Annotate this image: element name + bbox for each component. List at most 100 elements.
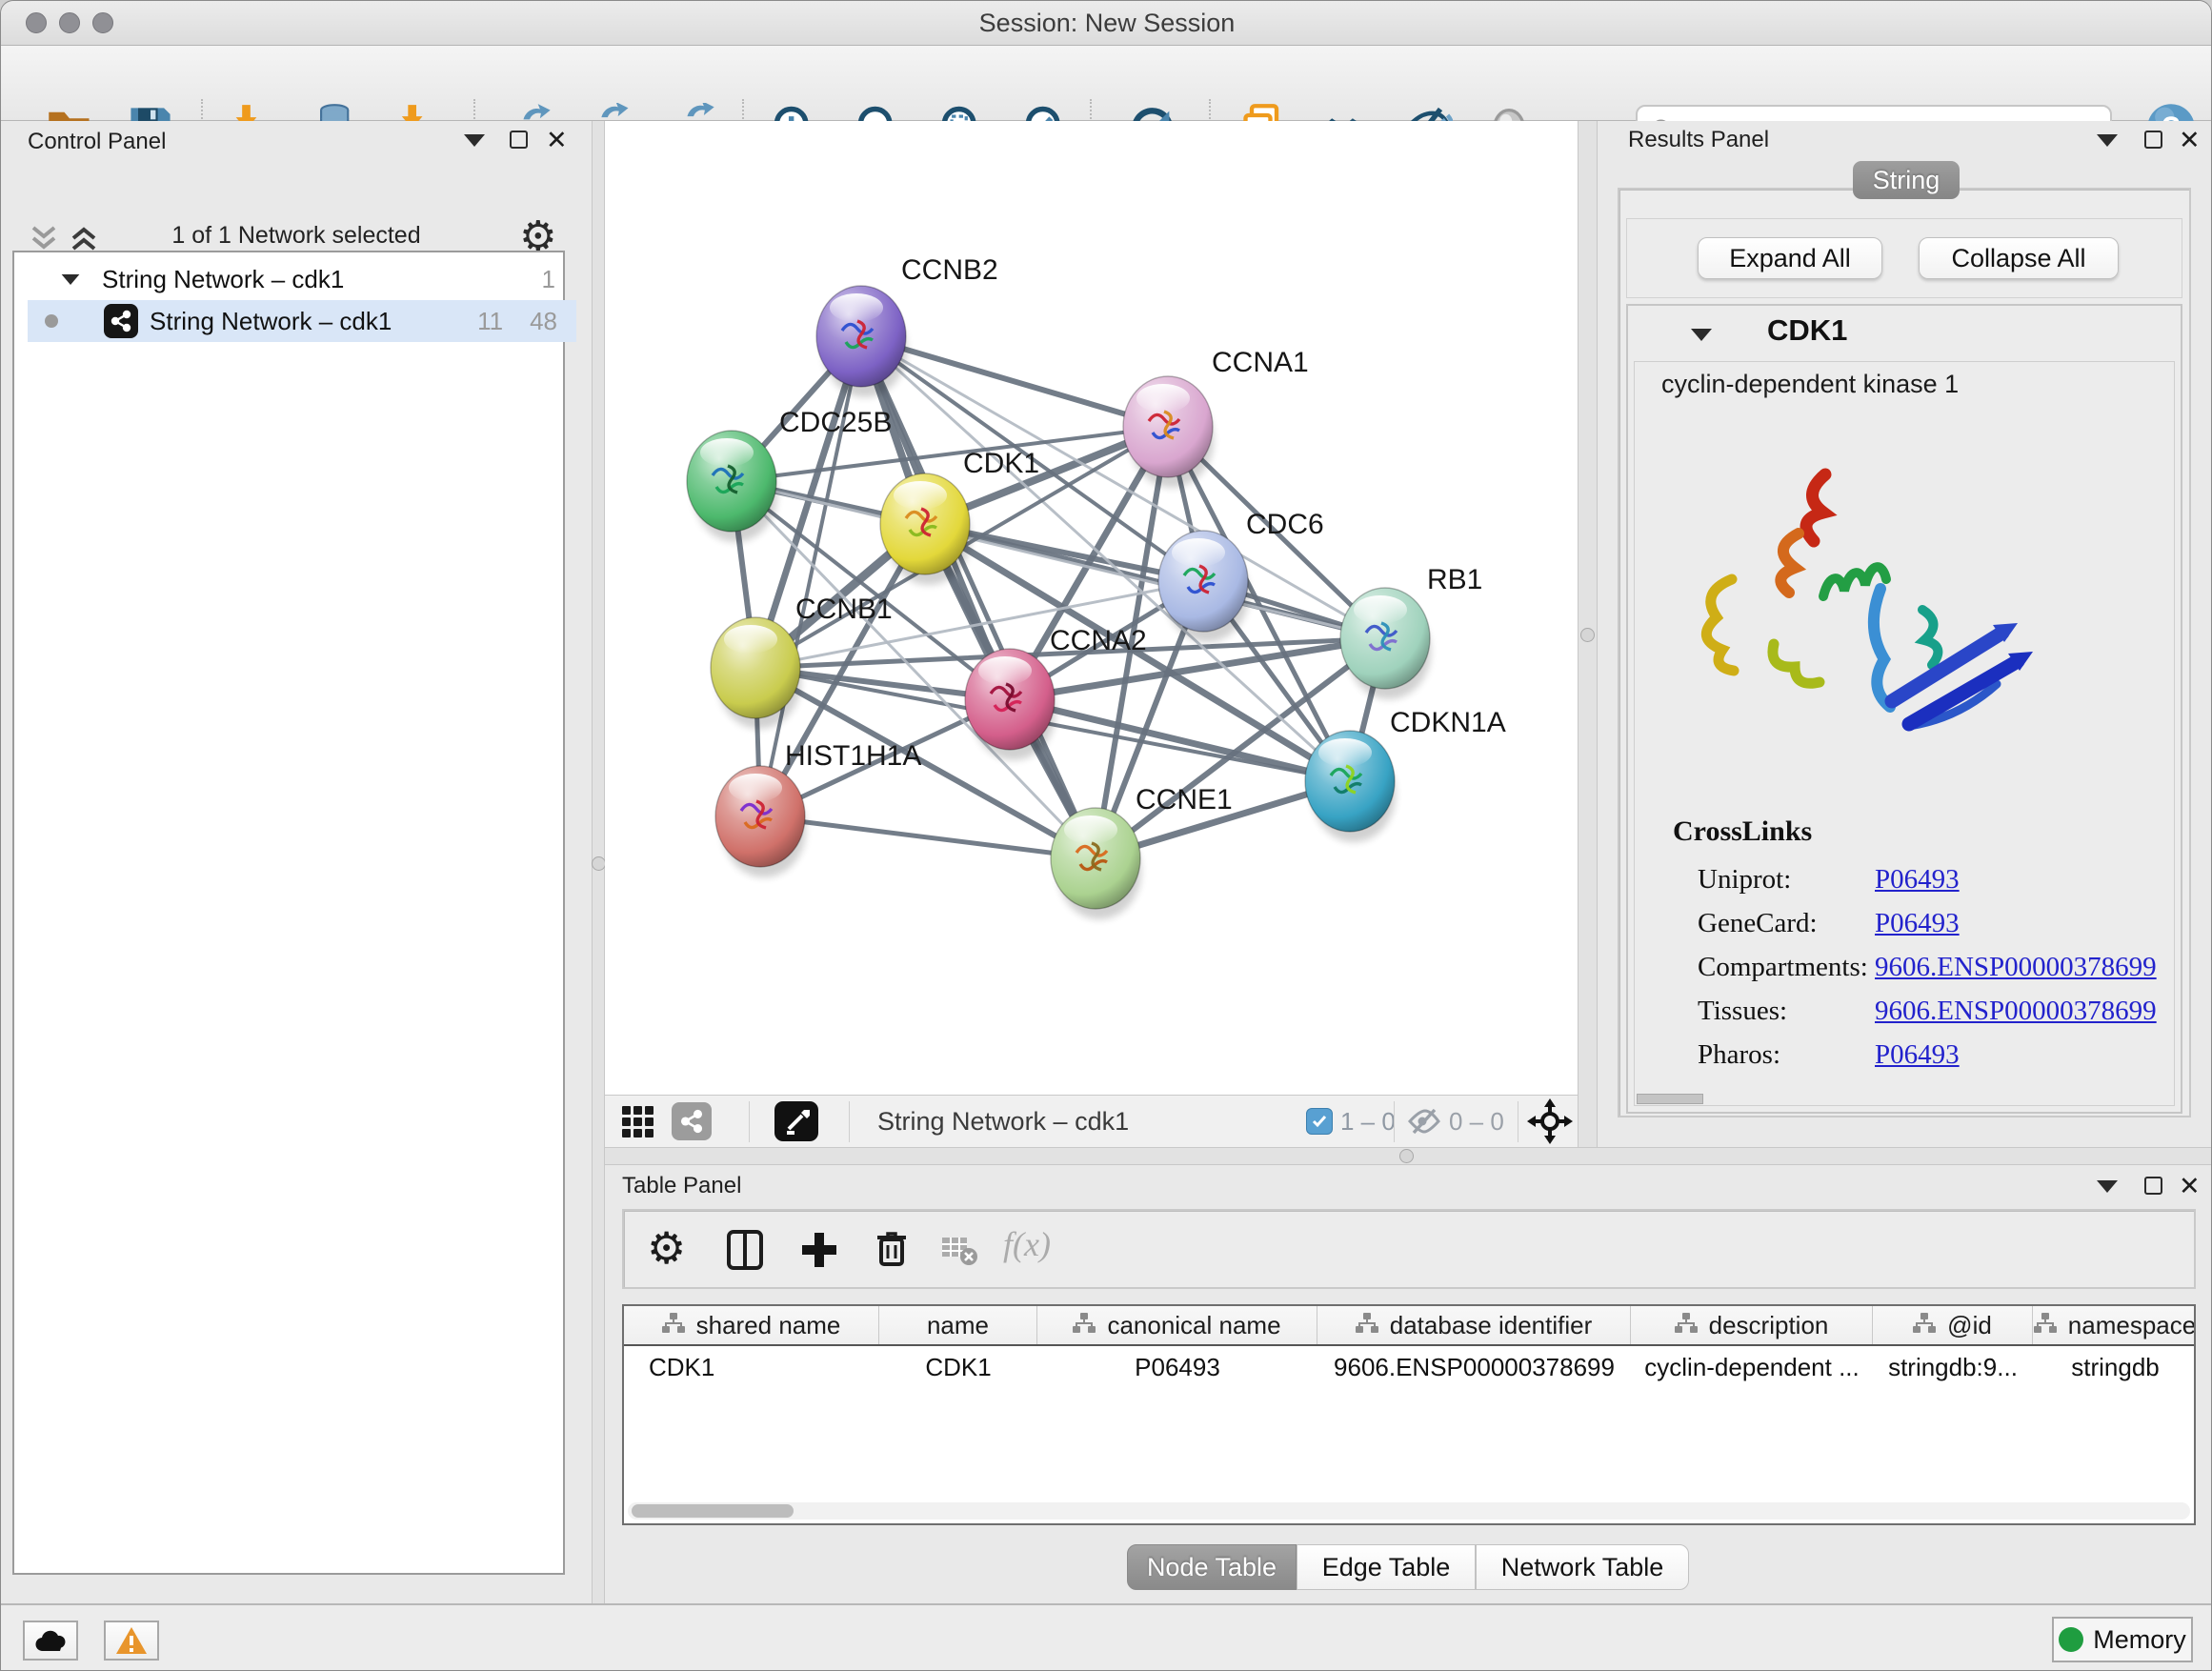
cell-description[interactable]: cyclin-dependent ...	[1631, 1348, 1873, 1386]
network-status-dot	[45, 314, 58, 328]
namespace-tree-icon	[1913, 1311, 1936, 1340]
network-share-view-icon[interactable]	[672, 1102, 712, 1140]
tab-network-table[interactable]: Network Table	[1476, 1544, 1689, 1590]
collapse-all-chevron-icon[interactable]	[28, 224, 60, 252]
crosslink-label: Tissues:	[1698, 996, 1875, 1027]
node-label-HIST1H1A: HIST1H1A	[785, 740, 921, 772]
application-window: Session: New Session	[0, 0, 2212, 1671]
vertical-splitter-right[interactable]	[1578, 121, 1598, 1147]
delete-column-icon[interactable]	[870, 1226, 914, 1275]
splitter-handle[interactable]	[1580, 628, 1595, 642]
current-network-title: String Network – cdk1	[877, 1096, 1129, 1148]
table-toolbar: ⚙ f(x)	[622, 1209, 2196, 1289]
float-panel-icon[interactable]	[510, 131, 528, 149]
network-node-CCNE1[interactable]: CCNE1	[1051, 784, 1233, 919]
table-header-row: shared namenamecanonical name database id…	[624, 1306, 2196, 1346]
collection-count: 1	[542, 265, 555, 294]
string-network-icon	[104, 304, 138, 338]
add-column-icon[interactable]	[797, 1228, 841, 1277]
network-node-CDC6[interactable]: CDC6	[1158, 509, 1324, 642]
collapse-all-button[interactable]: Collapse All	[1919, 237, 2119, 279]
entry-collapse-icon[interactable]	[1691, 329, 1712, 341]
crosslink-value[interactable]: P06493	[1875, 1039, 1960, 1071]
network-canvas[interactable]: CCNB2CCNA1CDC25BCDK1CDC6RB1CCNB1CCNA2CDK…	[605, 121, 1578, 1095]
bar-separator	[1394, 1101, 1395, 1142]
selected-checkbox-icon[interactable]	[1306, 1108, 1333, 1135]
column-label: database identifier	[1390, 1311, 1592, 1340]
column-header-description[interactable]: description	[1631, 1306, 1873, 1344]
network-node-RB1[interactable]: RB1	[1340, 564, 1482, 699]
network-node-CCNA1[interactable]: CCNA1	[1123, 347, 1309, 488]
float-panel-icon[interactable]	[2144, 131, 2162, 149]
birds-eye-view-icon[interactable]	[774, 1101, 818, 1141]
column-label: description	[1709, 1311, 1829, 1340]
crosslink-value[interactable]: P06493	[1875, 864, 1960, 896]
collapse-panel-icon[interactable]	[2097, 134, 2118, 147]
delete-table-icon-disabled	[940, 1234, 978, 1271]
table-hscrollbar-thumb[interactable]	[632, 1504, 794, 1518]
tab-node-table[interactable]: Node Table	[1127, 1544, 1297, 1590]
hidden-counts: 0 – 0	[1449, 1096, 1504, 1148]
collapse-panel-icon[interactable]	[2097, 1180, 2118, 1193]
splitter-handle[interactable]	[592, 856, 606, 871]
close-panel-icon[interactable]: ✕	[2179, 1177, 2201, 1196]
collapse-panel-icon[interactable]	[464, 134, 485, 147]
network-row-selected[interactable]: String Network – cdk1 11 48	[28, 300, 576, 342]
tab-edge-table[interactable]: Edge Table	[1297, 1544, 1476, 1590]
network-label: String Network – cdk1	[150, 307, 392, 336]
expand-all-chevron-icon[interactable]	[68, 224, 100, 252]
gene-entry-card: CDK1 cyclin-dependent kinase 1	[1626, 304, 2182, 1114]
edge-count: 48	[530, 307, 557, 336]
show-columns-icon[interactable]	[723, 1228, 767, 1277]
table-settings-gear-icon[interactable]: ⚙	[647, 1222, 686, 1274]
crosslink-row: GeneCard:P06493	[1635, 901, 2176, 945]
entry-name: CDK1	[1767, 313, 1847, 348]
cloud-icon	[33, 1628, 68, 1653]
node-label-CCNA1: CCNA1	[1212, 347, 1309, 378]
crosslink-value[interactable]: 9606.ENSP00000378699	[1875, 996, 2157, 1027]
cell-name[interactable]: CDK1	[879, 1348, 1037, 1386]
cell-namespace[interactable]: stringdb	[2033, 1348, 2196, 1386]
memory-status-dot	[2059, 1627, 2083, 1652]
close-panel-icon[interactable]: ✕	[2179, 131, 2201, 150]
node-label-RB1: RB1	[1427, 564, 1482, 595]
horizontal-splitter[interactable]	[605, 1147, 2212, 1165]
memory-button[interactable]: Memory	[2052, 1617, 2193, 1662]
results-tab-string[interactable]: String	[1853, 161, 1960, 199]
grid-view-icon[interactable]	[620, 1104, 656, 1145]
crosslink-value[interactable]: P06493	[1875, 908, 1960, 939]
mini-scrollbar[interactable]	[1637, 1094, 1703, 1104]
column-header-database-identifier[interactable]: database identifier	[1317, 1306, 1631, 1344]
crosslink-row: Uniprot:P06493	[1635, 857, 2176, 901]
network-node-CCNB2[interactable]: CCNB2	[816, 254, 998, 397]
table-hscrollbar-track[interactable]	[628, 1502, 2190, 1520]
splitter-handle[interactable]	[1399, 1149, 1414, 1163]
expand-all-button[interactable]: Expand All	[1698, 237, 1882, 279]
column-header-canonical-name[interactable]: canonical name	[1037, 1306, 1317, 1344]
fit-crosshair-icon[interactable]	[1527, 1098, 1573, 1149]
cell-canonical-name[interactable]: P06493	[1037, 1348, 1317, 1386]
network-node-CDKN1A[interactable]: CDKN1A	[1305, 707, 1506, 842]
cell--id[interactable]: stringdb:9...	[1873, 1348, 2033, 1386]
bar-separator	[749, 1101, 750, 1142]
vertical-splitter-left[interactable]	[592, 121, 605, 1603]
column-header-namespace[interactable]: namespace	[2033, 1306, 2196, 1344]
crosslink-label: Uniprot:	[1698, 864, 1875, 896]
column-header--id[interactable]: @id	[1873, 1306, 2033, 1344]
crosslinks-list: Uniprot:P06493GeneCard:P06493Compartment…	[1635, 857, 2176, 1077]
hidden-eye-icon	[1407, 1106, 1441, 1141]
tree-expand-icon[interactable]	[62, 273, 80, 284]
network-collection-row[interactable]: String Network – cdk1 1	[28, 258, 576, 300]
cell-shared-name[interactable]: CDK1	[624, 1348, 879, 1386]
crosslink-value[interactable]: 9606.ENSP00000378699	[1875, 952, 2157, 983]
cell-database-identifier[interactable]: 9606.ENSP00000378699	[1317, 1348, 1631, 1386]
column-header-shared-name[interactable]: shared name	[624, 1306, 879, 1344]
column-header-name[interactable]: name	[879, 1306, 1037, 1344]
close-panel-icon[interactable]: ✕	[546, 131, 568, 150]
float-panel-icon[interactable]	[2144, 1177, 2162, 1195]
warning-button[interactable]	[104, 1621, 159, 1661]
cloud-button[interactable]	[23, 1621, 78, 1661]
network-node-HIST1H1A[interactable]: HIST1H1A	[715, 740, 921, 877]
table-row[interactable]: CDK1CDK1P064939606.ENSP00000378699cyclin…	[624, 1348, 2196, 1386]
namespace-tree-icon	[2034, 1311, 2057, 1340]
